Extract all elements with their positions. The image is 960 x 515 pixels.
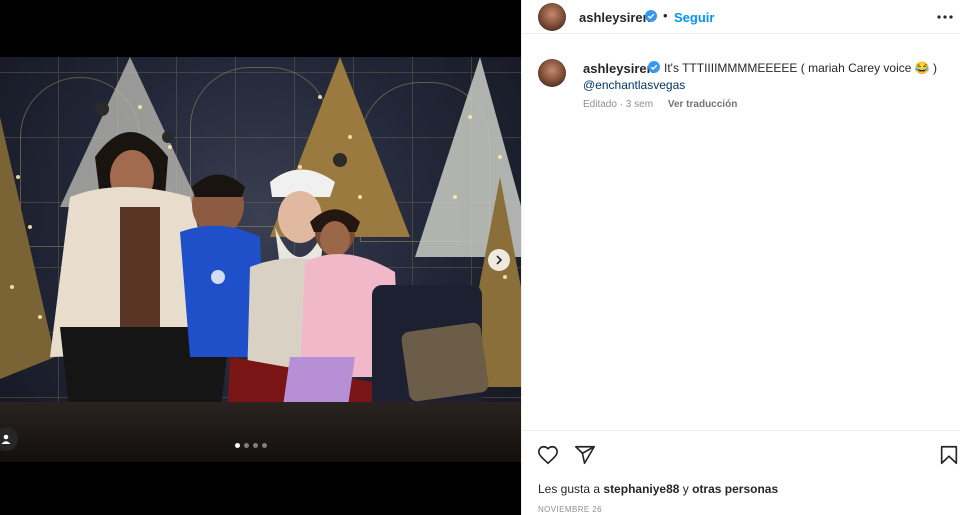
edited-timestamp: Editado · 3 sem xyxy=(583,99,654,110)
likes-prefix: Les gusta a xyxy=(538,482,604,496)
separator-dot: • xyxy=(663,8,668,23)
avatar[interactable] xyxy=(538,3,566,31)
post-date[interactable]: NOVIEMBRE 26 xyxy=(538,505,602,514)
likes-others-link[interactable]: otras personas xyxy=(692,482,778,496)
see-translation-link[interactable]: Ver traducción xyxy=(668,99,737,110)
post-actions: Les gusta a stephaniye88 y otras persona… xyxy=(522,430,960,515)
likes-summary: Les gusta a stephaniye88 y otras persona… xyxy=(538,482,778,496)
caption-meta: Editado · 3 sem Ver traducción xyxy=(583,99,737,110)
bookmark-icon[interactable] xyxy=(938,444,960,466)
chevron-right-icon xyxy=(496,255,503,265)
likes-user-link[interactable]: stephaniye88 xyxy=(603,482,679,496)
caption-text: It's TTTIIIIMMMMEEEEE ( mariah Carey voi… xyxy=(664,61,938,75)
post-side-panel: ashleysiren • Seguir ashleysiren It's TT… xyxy=(521,0,960,515)
caption-mention-link[interactable]: @enchantlasvegas xyxy=(583,78,685,92)
carousel-indicator xyxy=(235,443,267,448)
user-tag-icon xyxy=(1,434,11,444)
post-header: ashleysiren • Seguir xyxy=(522,0,960,34)
share-paper-plane-icon[interactable] xyxy=(574,444,596,466)
verified-badge-icon xyxy=(648,61,660,73)
post-media xyxy=(0,0,521,515)
likes-middle: y xyxy=(679,482,693,496)
carousel-dot xyxy=(235,443,240,448)
caption-username[interactable]: ashleysiren xyxy=(583,61,655,76)
post-photo[interactable] xyxy=(0,57,521,462)
verified-badge-icon xyxy=(645,10,657,22)
carousel-dot xyxy=(262,443,267,448)
carousel-dot xyxy=(244,443,249,448)
carousel-dot xyxy=(253,443,258,448)
caption-avatar[interactable] xyxy=(538,59,566,87)
carousel-next-button[interactable] xyxy=(488,249,510,271)
heart-icon[interactable] xyxy=(537,444,559,466)
header-username[interactable]: ashleysiren xyxy=(579,10,651,25)
more-options-icon[interactable] xyxy=(936,10,954,24)
follow-button[interactable]: Seguir xyxy=(674,10,714,25)
